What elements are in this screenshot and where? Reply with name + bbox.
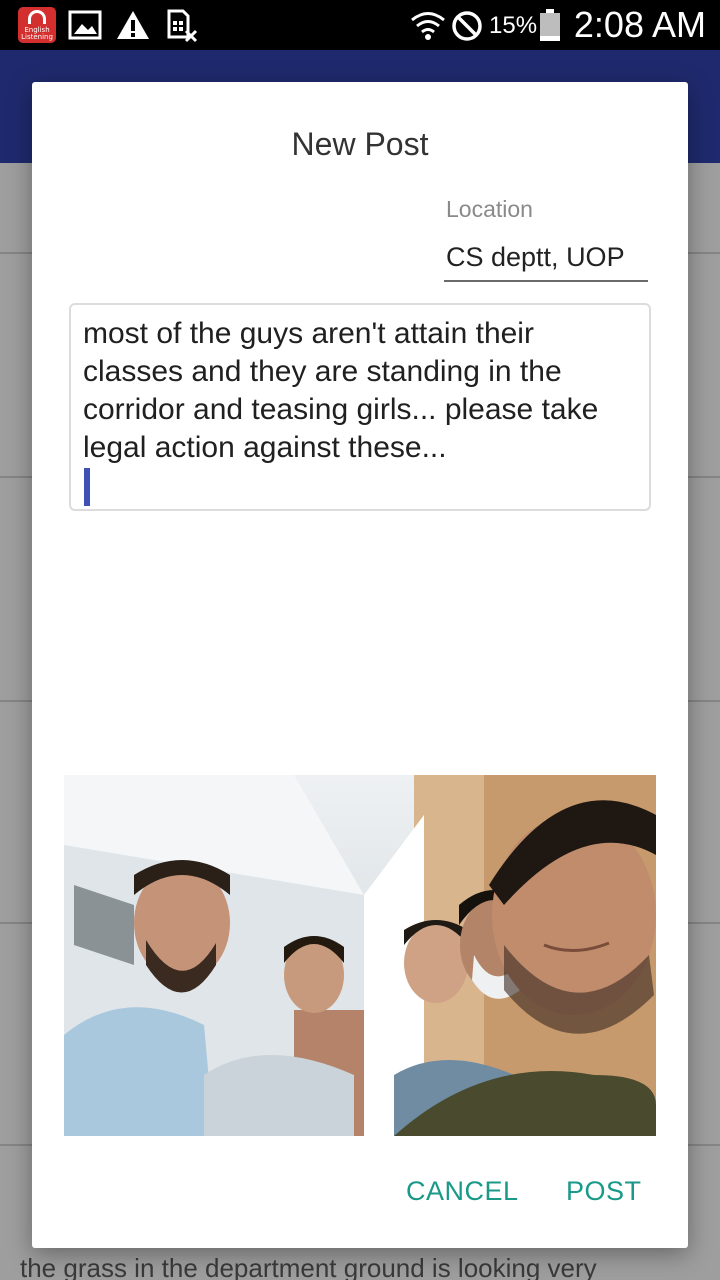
- wifi-icon: [411, 12, 445, 40]
- background-list-item-text: the grass in the department ground is lo…: [20, 1253, 597, 1280]
- sim-off-icon: [167, 9, 198, 43]
- post-text: most of the guys aren't attain their cla…: [83, 317, 599, 464]
- app-icon-label: English Listening: [21, 26, 53, 41]
- dialog-title: New Post: [291, 126, 429, 162]
- post-text-area[interactable]: most of the guys aren't attain their cla…: [69, 303, 651, 511]
- location-label: Location: [446, 196, 533, 222]
- new-post-dialog: New Post Location most of the guys aren'…: [32, 82, 688, 1248]
- location-input[interactable]: [444, 230, 648, 282]
- status-bar: English Listening 15% 2:08 AM: [0, 0, 720, 50]
- status-time: 2:08 AM: [573, 4, 706, 45]
- warning-icon: [117, 11, 149, 39]
- text-cursor: [84, 468, 90, 506]
- english-listening-app-icon: English Listening: [18, 7, 56, 43]
- post-button[interactable]: POST: [566, 1176, 642, 1207]
- do-not-disturb-icon: [452, 11, 482, 41]
- cancel-button[interactable]: CANCEL: [406, 1176, 519, 1207]
- gallery-icon: [68, 10, 102, 40]
- battery-percent: 15%: [489, 12, 538, 39]
- battery-icon: [540, 9, 560, 41]
- attached-photo[interactable]: [64, 775, 656, 1136]
